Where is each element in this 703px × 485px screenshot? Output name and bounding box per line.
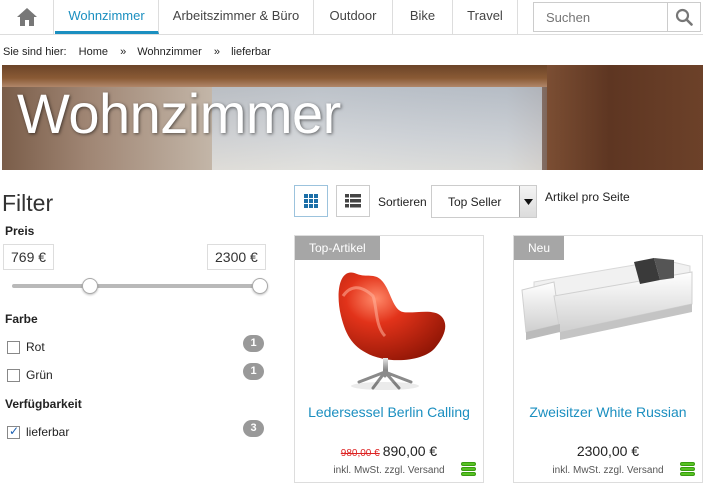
count-badge: 1 [243,363,264,380]
category-banner: Wohnzimmer [2,65,703,170]
availability-option-lieferbar[interactable]: lieferbar [7,424,69,440]
product-price: 2300,00 € [576,443,640,459]
breadcrumb-separator: » [213,46,221,58]
product-image-red-armchair [338,272,446,390]
stock-indicator-icon [680,462,695,478]
home-button[interactable] [0,0,54,34]
filter-title: Filter [2,190,54,216]
nav-tab-arbeitszimmer[interactable]: Arbeitszimmer & Büro [159,0,314,34]
breadcrumb-prefix: Sie sind hier: [3,46,67,58]
search-button[interactable] [667,3,700,31]
checkbox[interactable] [7,340,20,354]
color-option-gruen[interactable]: Grün [7,367,53,383]
breadcrumb-separator: » [120,46,127,58]
product-card[interactable]: Top-Artikel Ledersessel Berlin Calling 9… [294,235,484,483]
product-badge: Top-Artikel [295,236,380,260]
nav-tab-bike[interactable]: Bike [393,0,453,34]
product-badge: Neu [514,236,565,260]
nav-tab-wohnzimmer[interactable]: Wohnzimmer [55,0,159,34]
count-badge: 3 [243,420,264,437]
breadcrumb-lieferbar[interactable]: lieferbar [231,46,271,58]
price-min-value: 769 € [3,244,55,270]
price-range-slider[interactable] [12,284,262,288]
option-label: Grün [26,368,53,382]
top-navigation: Wohnzimmer Arbeitszimmer & Büro Outdoor … [0,0,703,35]
vat-note: inkl. MwSt. zzgl. Versand [333,465,445,476]
product-name[interactable]: Ledersessel Berlin Calling [295,404,483,420]
checkbox[interactable] [7,368,20,382]
option-label: Rot [26,340,45,354]
product-price: 890,00 € [382,443,438,459]
search-box [533,2,701,32]
vat-note: inkl. MwSt. zzgl. Versand [552,465,664,476]
sort-label: Sortieren [378,195,427,209]
price-slider-max-handle[interactable] [252,278,268,294]
count-badge: 1 [243,335,264,352]
option-label: lieferbar [26,425,70,439]
list-view-icon [345,194,361,208]
price-filter-label: Preis [5,224,35,238]
search-icon [675,8,693,26]
stock-indicator-icon [461,462,476,478]
nav-tab-outdoor[interactable]: Outdoor [314,0,393,34]
search-input[interactable] [534,3,668,31]
color-option-rot[interactable]: Rot [7,339,45,355]
grid-view-icon [304,194,318,208]
old-price: 980,00 € [340,448,380,459]
sort-select[interactable]: Top Seller [431,185,537,218]
availability-filter-label: Verfügbarkeit [5,397,82,411]
breadcrumb-home[interactable]: Home [79,46,108,58]
price-max-value: 2300 € [207,244,266,270]
breadcrumb-wohnzimmer[interactable]: Wohnzimmer [137,46,202,58]
product-price-block: 980,00 €890,00 € [295,443,483,459]
breadcrumb: Sie sind hier: Home » Wohnzimmer » liefe… [3,46,274,58]
product-name[interactable]: Zweisitzer White Russian [514,404,702,420]
home-icon [16,8,37,26]
list-view-button[interactable] [336,185,370,217]
color-filter-label: Farbe [5,312,38,326]
banner-image-wood [547,65,703,170]
dropdown-arrow[interactable] [519,186,536,217]
price-slider-min-handle[interactable] [82,278,98,294]
per-page-label[interactable]: Artikel pro Seite [545,190,630,204]
nav-tab-travel[interactable]: Travel [453,0,518,34]
caret-down-icon [523,198,533,205]
product-card[interactable]: Neu Zweisitzer White Russian 2300,00 € i… [513,235,703,483]
checkbox-checked[interactable] [7,424,20,439]
sort-selected-value: Top Seller [448,195,502,209]
category-title: Wohnzimmer [17,82,341,145]
grid-view-button[interactable] [294,185,328,217]
